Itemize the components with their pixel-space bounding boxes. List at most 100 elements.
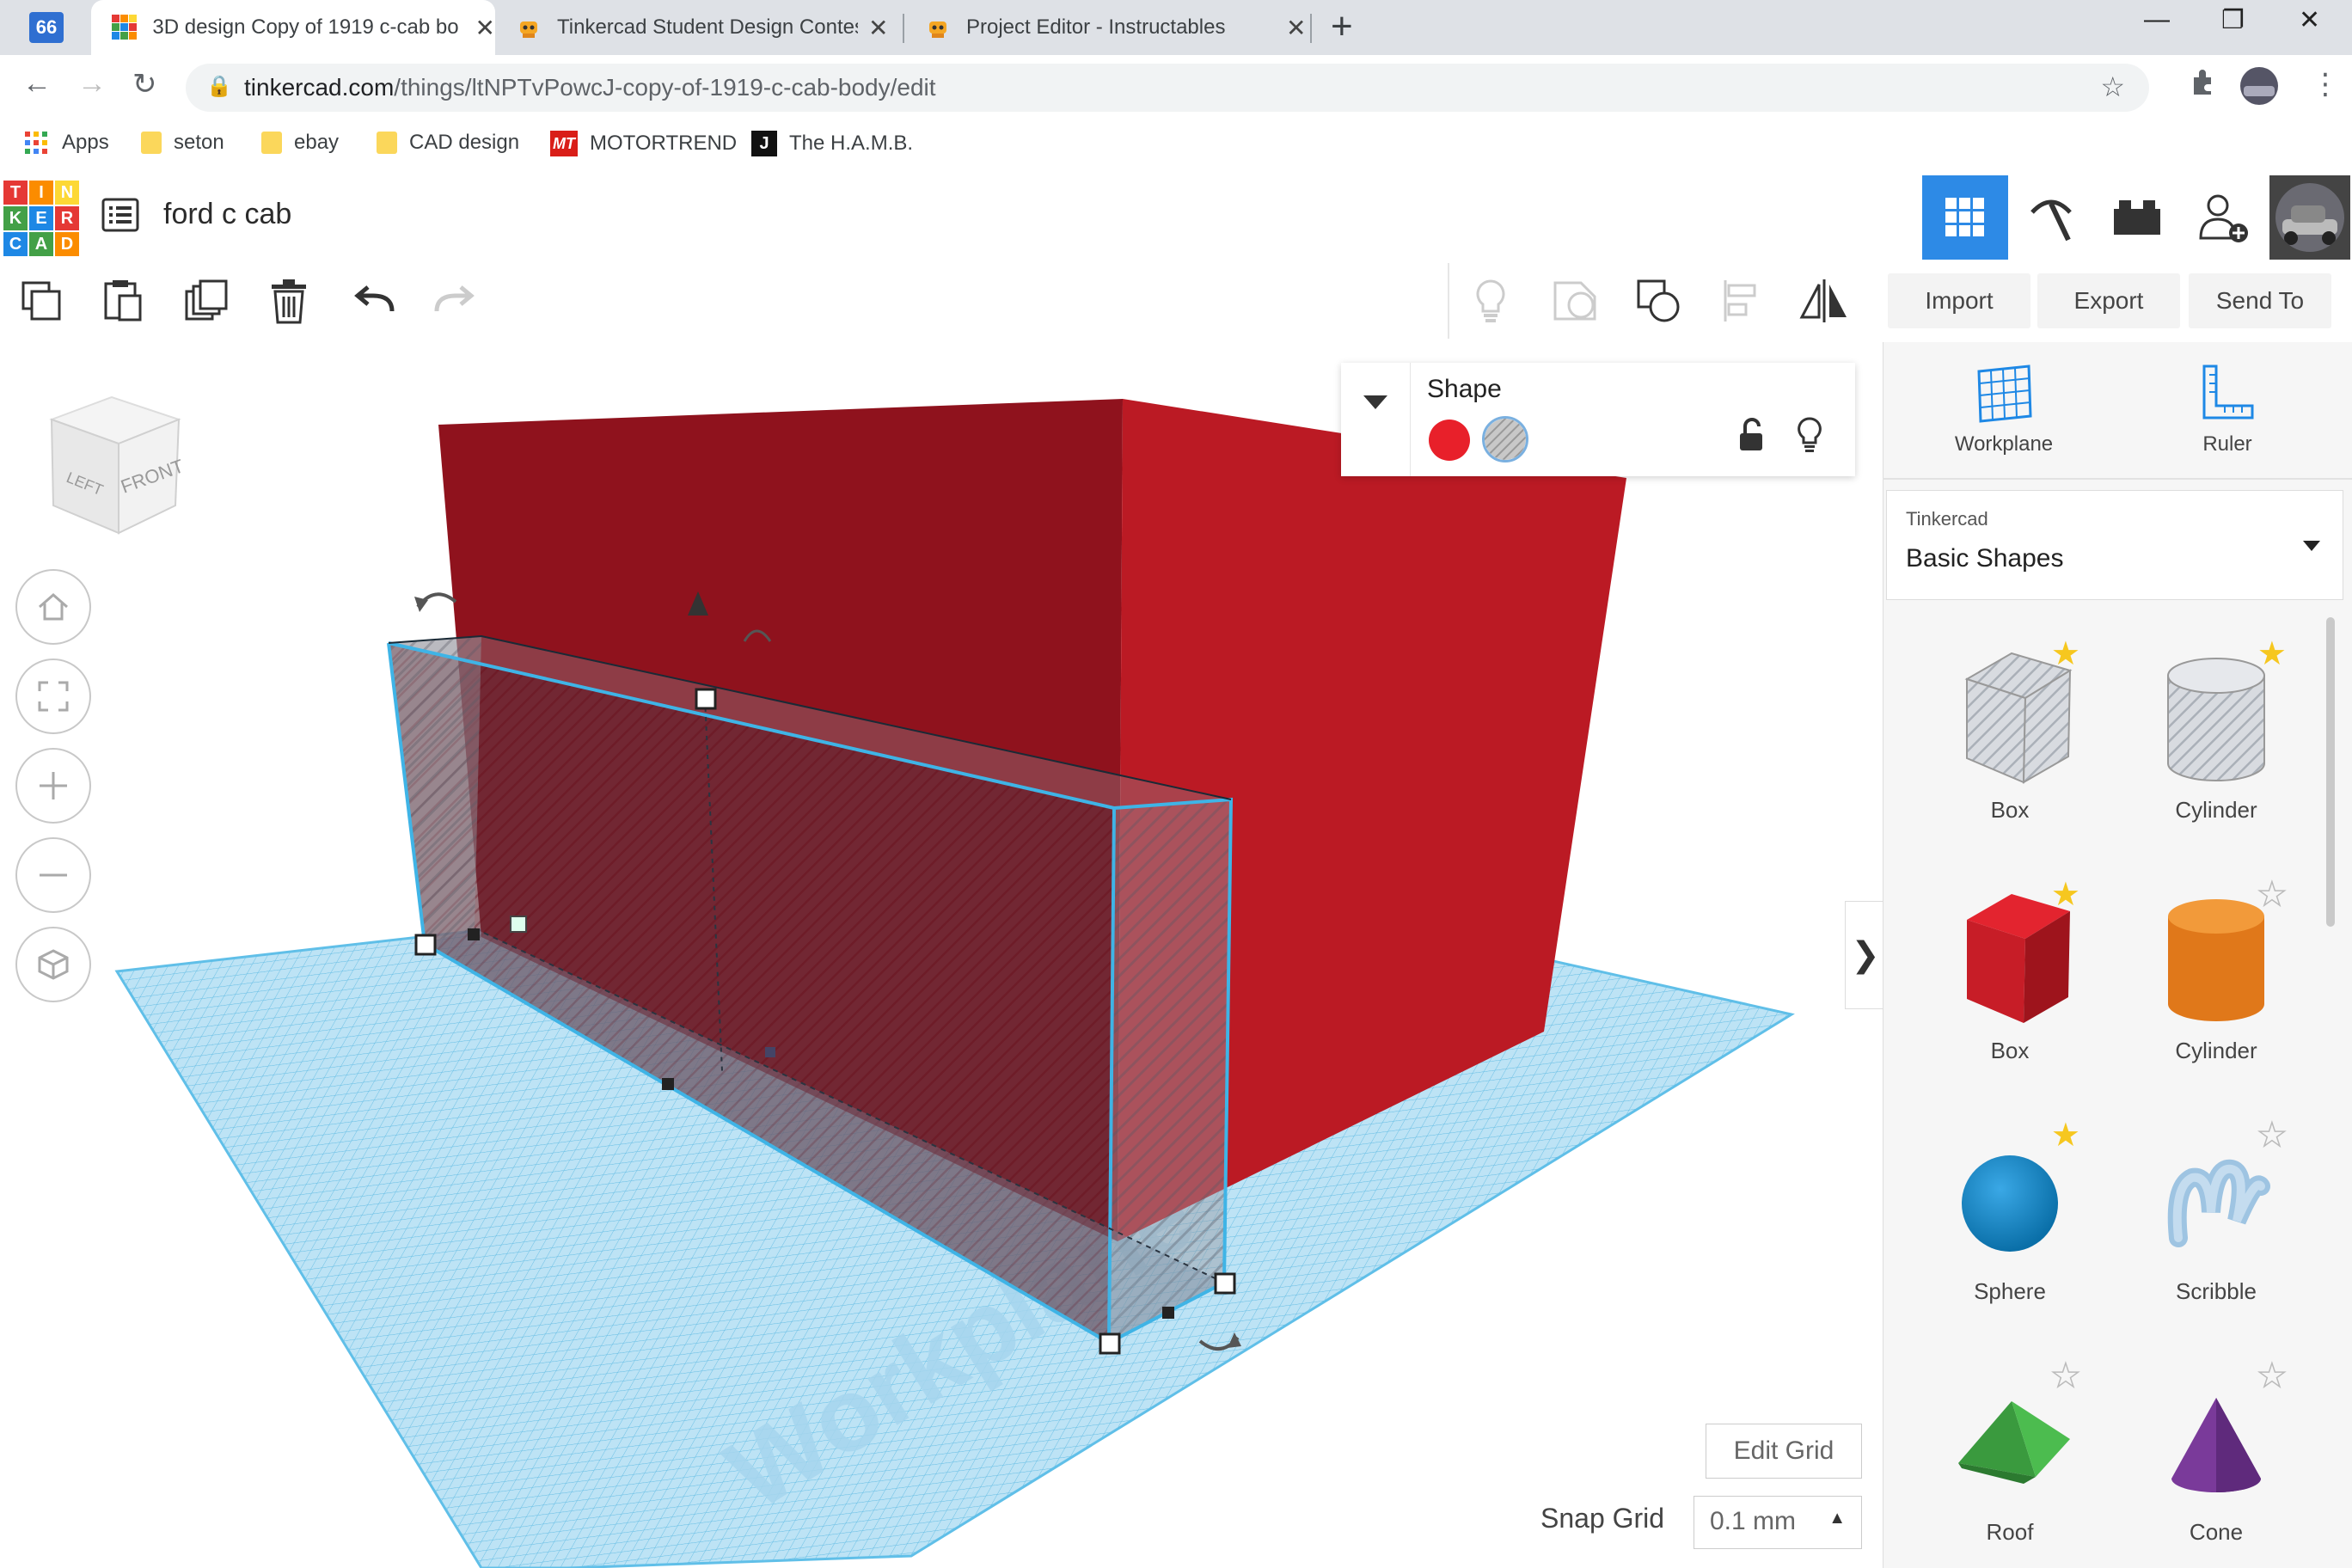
send-to-button[interactable]: Send To <box>2189 273 2331 328</box>
hole-button[interactable] <box>1482 416 1528 462</box>
tinkercad-logo[interactable]: T I N K E R C A D <box>3 181 79 256</box>
profile-avatar[interactable] <box>2269 175 2350 260</box>
logo-letter: R <box>55 206 79 230</box>
shape-label: Scribble <box>2176 1278 2257 1304</box>
design-list-icon[interactable] <box>101 198 139 236</box>
shape-roof[interactable]: Roof ★ <box>1924 1357 2096 1546</box>
favorite-star-icon[interactable]: ★ <box>2257 1116 2288 1155</box>
back-icon[interactable]: ← <box>22 67 52 101</box>
favorite-star-icon[interactable]: ★ <box>2257 634 2287 673</box>
lightbulb-icon[interactable] <box>1463 273 1518 328</box>
shape-label: Cone <box>2189 1519 2244 1545</box>
caret-up-icon: ▲ <box>1828 1509 1846 1528</box>
minimize-icon[interactable]: — <box>2144 5 2170 34</box>
workplane-tool[interactable]: Workplane <box>1941 361 2067 456</box>
new-tab-button[interactable]: + <box>1331 5 1353 48</box>
shape-cylinder-hole[interactable]: Cylinder ★ <box>2130 636 2302 824</box>
brick-icon[interactable] <box>2094 175 2180 260</box>
pickaxe-icon[interactable] <box>2008 175 2094 260</box>
favorite-star-icon[interactable]: ★ <box>2051 875 2080 914</box>
zoom-out-icon[interactable] <box>15 837 91 913</box>
fit-view-icon[interactable] <box>15 658 91 734</box>
tab-title: 3D design Copy of 1919 c-cab bo <box>152 15 459 39</box>
extensions-icon[interactable] <box>2189 67 2218 104</box>
shape-box-hole[interactable]: Box ★ <box>1924 636 2096 824</box>
close-icon[interactable]: ✕ <box>868 14 888 42</box>
bookmark-cad-design[interactable]: CAD design <box>377 131 519 155</box>
reload-icon[interactable]: ↻ <box>132 67 157 101</box>
bookmark-ebay[interactable]: ebay <box>261 131 339 155</box>
import-button[interactable]: Import <box>1888 273 2030 328</box>
profile-avatar[interactable] <box>2240 67 2278 105</box>
browser-tab[interactable]: Tinkercad Student Design Contes ✕ <box>495 0 899 55</box>
snap-grid-select[interactable]: 0.1 mm ▲ <box>1694 1496 1862 1549</box>
bookmark-star-icon[interactable]: ☆ <box>2100 70 2125 103</box>
menu-kebab-icon[interactable]: ⋮ <box>2311 67 2340 101</box>
group-icon[interactable] <box>1547 273 1602 328</box>
solid-color-button[interactable] <box>1429 420 1470 461</box>
3d-workspace[interactable]: Workplane LEFT FRONT <box>0 342 1883 1568</box>
3d-view-grid-icon[interactable] <box>1922 175 2008 260</box>
bookmark-label: MOTORTREND <box>590 132 738 155</box>
add-user-icon[interactable] <box>2180 175 2266 260</box>
shape-box[interactable]: Box ★ <box>1924 877 2096 1064</box>
home-view-icon[interactable] <box>15 569 91 645</box>
copy-icon[interactable] <box>14 273 69 328</box>
view-cube[interactable]: LEFT FRONT <box>34 385 189 544</box>
favorite-star-icon[interactable]: ★ <box>2050 1357 2081 1395</box>
pinned-tab[interactable]: 66 <box>0 0 95 55</box>
motortrend-icon: MT <box>550 131 578 156</box>
unlock-icon[interactable] <box>1736 418 1766 456</box>
bookmark-seton[interactable]: seton <box>141 131 224 155</box>
shape-library-select[interactable]: Tinkercad Basic Shapes <box>1886 490 2343 600</box>
shape-inspector: Shape <box>1341 363 1855 476</box>
shape-cone[interactable]: Cone ★ <box>2130 1357 2302 1546</box>
undo-icon[interactable] <box>347 273 402 328</box>
restore-icon[interactable]: ❐ <box>2221 5 2245 35</box>
folder-icon <box>141 132 162 154</box>
zoom-in-icon[interactable] <box>15 748 91 824</box>
forward-icon[interactable]: → <box>77 67 107 101</box>
shape-cylinder[interactable]: Cylinder ★ <box>2130 876 2302 1064</box>
panel-scrollbar[interactable] <box>2326 617 2335 927</box>
tab-title: Project Editor - Instructables <box>966 15 1226 39</box>
shape-scribble[interactable]: Scribble ★ <box>2130 1117 2302 1305</box>
favorite-star-icon[interactable]: ★ <box>2257 875 2288 914</box>
close-window-icon[interactable]: ✕ <box>2299 5 2320 35</box>
mirror-icon[interactable] <box>1797 273 1852 328</box>
close-icon[interactable]: ✕ <box>475 14 495 42</box>
favorite-star-icon[interactable]: ★ <box>2257 1357 2288 1395</box>
favorite-star-icon[interactable]: ★ <box>2051 634 2080 673</box>
delete-icon[interactable] <box>261 273 316 328</box>
favorite-star-icon[interactable]: ★ <box>2051 1116 2080 1155</box>
bookmark-hamb[interactable]: J The H.A.M.B. <box>751 131 913 156</box>
ungroup-icon[interactable] <box>1632 273 1687 328</box>
export-button[interactable]: Export <box>2037 273 2180 328</box>
bookmark-label: ebay <box>294 131 340 154</box>
logo-letter: T <box>3 181 28 205</box>
browser-tab-active[interactable]: 3D design Copy of 1919 c-cab bo ✕ <box>91 0 495 55</box>
hide-lightbulb-icon[interactable] <box>1795 416 1824 458</box>
bookmark-motortrend[interactable]: MT MOTORTREND <box>550 131 737 156</box>
pinned-tab-icon: 66 <box>29 12 64 43</box>
align-icon[interactable] <box>1714 273 1769 328</box>
duplicate-icon[interactable] <box>179 273 234 328</box>
paste-icon[interactable] <box>95 273 150 328</box>
collapse-inspector-button[interactable] <box>1341 363 1411 476</box>
address-bar[interactable]: 🔒 tinkercad.com/things/ltNPTvPowcJ-copy-… <box>186 64 2149 112</box>
inspector-title: Shape <box>1427 375 1502 403</box>
browser-tab[interactable]: Project Editor - Instructables ✕ <box>904 0 1308 55</box>
lock-icon: 🔒 <box>206 75 232 98</box>
edit-grid-button[interactable]: Edit Grid <box>1706 1424 1862 1479</box>
close-icon[interactable]: ✕ <box>1286 14 1306 42</box>
design-name[interactable]: ford c cab <box>163 198 291 231</box>
library-source: Tinkercad <box>1906 508 1988 530</box>
collapse-panel-chevron-icon[interactable]: ❯ <box>1845 901 1885 1009</box>
bookmark-apps[interactable]: Apps <box>24 131 109 155</box>
shape-sphere[interactable]: Sphere ★ <box>1924 1118 2096 1305</box>
ruler-tool[interactable]: Ruler <box>2165 361 2290 456</box>
redo-icon[interactable] <box>426 273 481 328</box>
shape-label: Box <box>1990 797 2030 823</box>
logo-letter: E <box>29 206 53 230</box>
perspective-icon[interactable] <box>15 927 91 1002</box>
